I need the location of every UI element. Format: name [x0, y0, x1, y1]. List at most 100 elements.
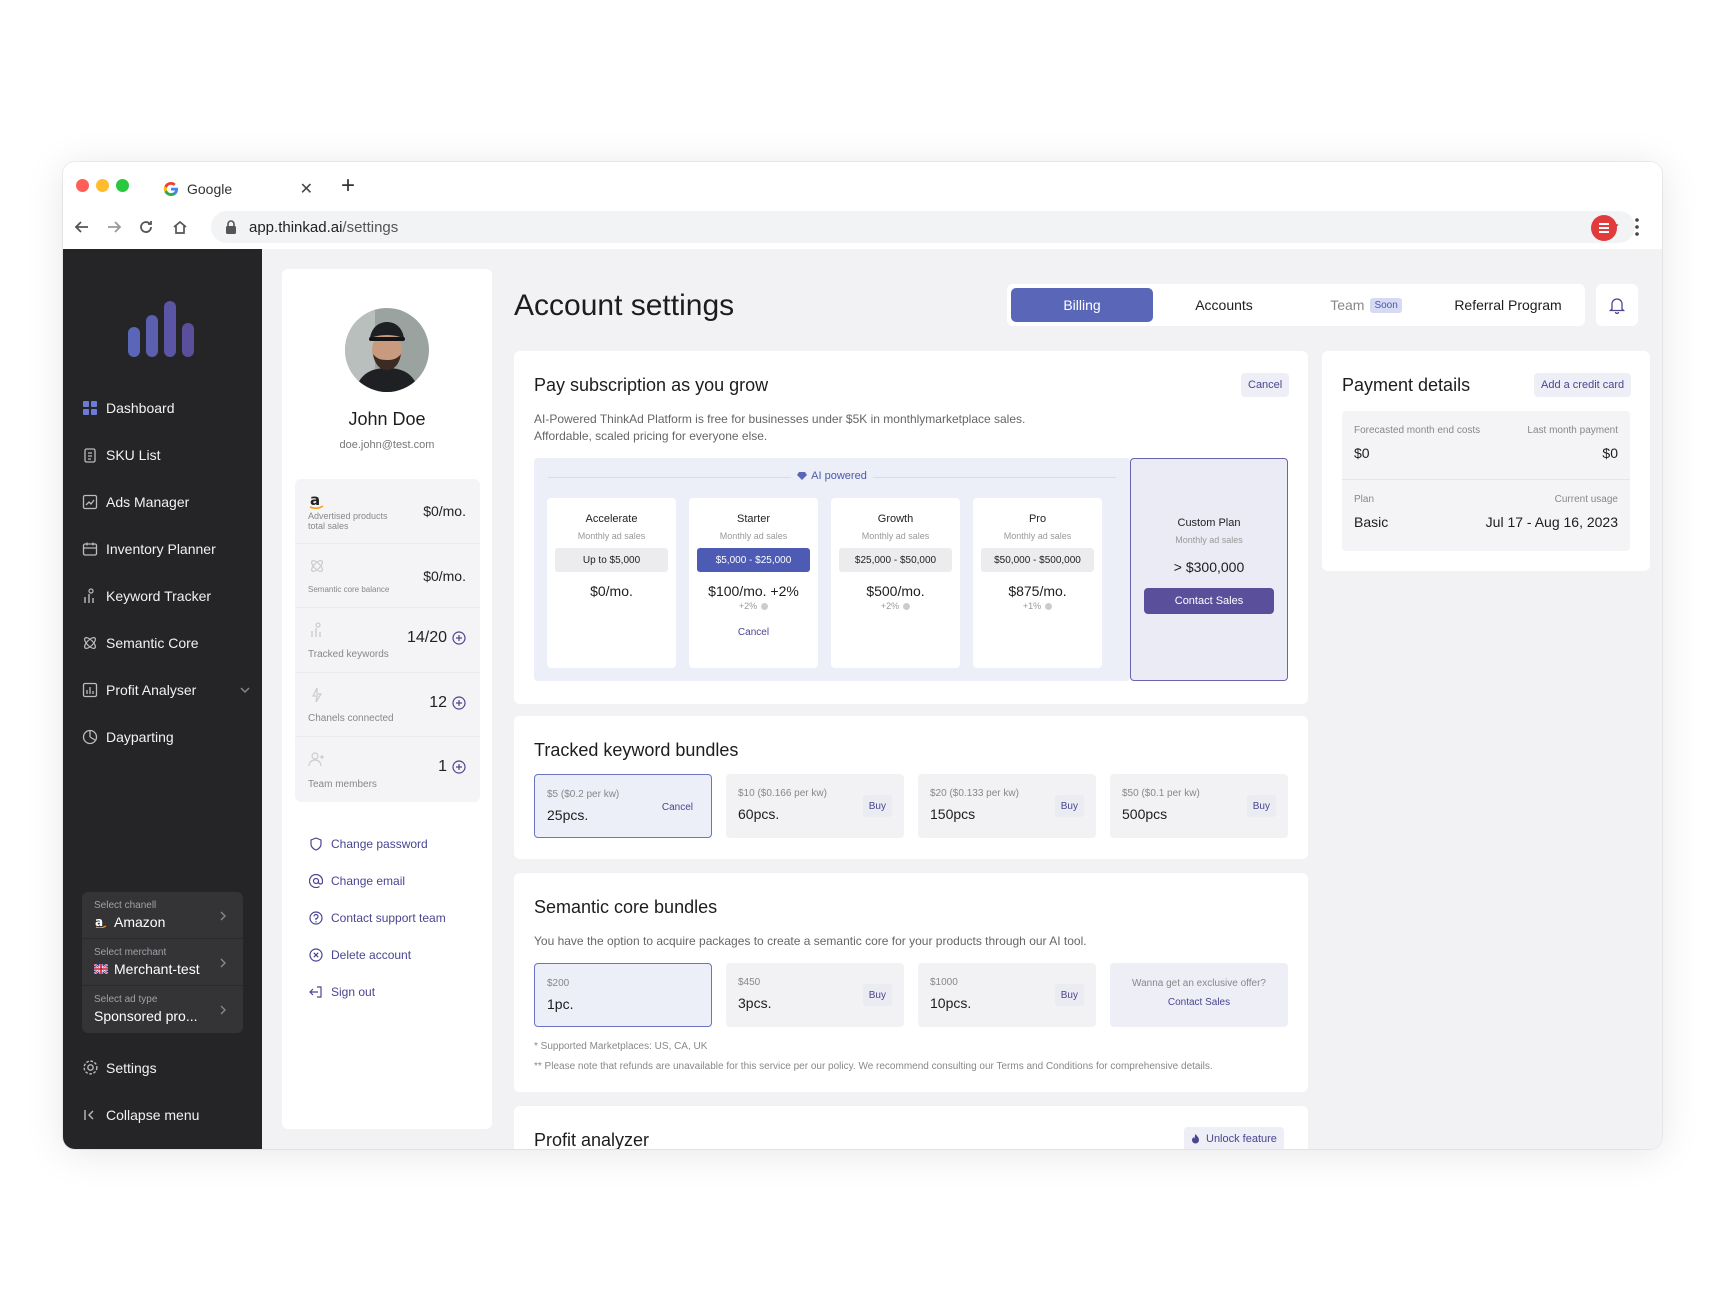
- sidebar-item-label: Profit Analyser: [106, 681, 197, 698]
- chevron-right-icon: [220, 958, 226, 968]
- plan-range: Up to $5,000: [555, 548, 668, 572]
- semantic-bundle-3[interactable]: $450 3pcs. Buy: [726, 963, 904, 1027]
- buy-button[interactable]: Buy: [862, 795, 892, 817]
- keyword-bundle-500[interactable]: $50 ($0.1 per kw) 500pcs Buy: [1110, 774, 1288, 838]
- contact-support-link[interactable]: Contact support team: [309, 899, 484, 936]
- browser-tab[interactable]: Google ✕: [153, 170, 323, 207]
- plan-sub: Monthly ad sales: [861, 531, 930, 541]
- plan-growth[interactable]: Growth Monthly ad sales $25,000 - $50,00…: [831, 498, 960, 668]
- cancel-plan-button[interactable]: Cancel: [689, 627, 818, 638]
- bundle-price: $20 ($0.133 per kw): [930, 788, 1019, 799]
- sign-out-icon: [309, 985, 322, 998]
- tab-referral-program[interactable]: Referral Program: [1437, 288, 1579, 322]
- plan-extra: +2%: [831, 601, 960, 611]
- plug-icon: [312, 687, 323, 702]
- chevron-down-icon[interactable]: [239, 684, 251, 696]
- sidebar-item-inventory-planner[interactable]: Inventory Planner: [81, 525, 251, 572]
- channel-selector[interactable]: Select chanell a Amazon: [82, 892, 243, 939]
- sidebar-item-dayparting[interactable]: Dayparting: [81, 713, 251, 760]
- back-arrow-icon[interactable]: [71, 216, 93, 238]
- plus-circle-icon[interactable]: [452, 760, 466, 774]
- bar-chart-icon: [81, 681, 99, 699]
- plans-container: AI powered Accelerate Monthly ad sales U…: [534, 458, 1130, 681]
- subscription-title: Pay subscription as you grow: [534, 375, 769, 395]
- keyword-icon: [311, 622, 321, 637]
- sidebar-item-profit-analyser[interactable]: Profit Analyser: [81, 666, 251, 713]
- exclusive-offer-box: Wanna get an exclusive offer? Contact Sa…: [1110, 963, 1288, 1027]
- plan-sub: Monthly ad sales: [1175, 535, 1243, 545]
- profile-panel: John Doe doe.john@test.com a Advertised …: [282, 269, 492, 1129]
- sidebar-item-keyword-tracker[interactable]: Keyword Tracker: [81, 572, 251, 619]
- keyword-bundle-150[interactable]: $20 ($0.133 per kw) 150pcs Buy: [918, 774, 1096, 838]
- merchant-selector[interactable]: Select merchant Merchant-test: [82, 939, 243, 986]
- plan-name: Custom Plan: [1177, 517, 1241, 529]
- plan-accelerate[interactable]: Accelerate Monthly ad sales Up to $5,000…: [547, 498, 676, 668]
- keyword-bundle-60[interactable]: $10 ($0.166 per kw) 60pcs. Buy: [726, 774, 904, 838]
- buy-button[interactable]: Buy: [1054, 795, 1084, 817]
- change-email-link[interactable]: Change email: [309, 862, 484, 899]
- plus-circle-icon[interactable]: [452, 695, 466, 710]
- app-logo[interactable]: [128, 301, 198, 357]
- plan-extra: +2%: [689, 601, 818, 611]
- home-icon[interactable]: [169, 216, 191, 238]
- reload-icon[interactable]: [135, 216, 157, 238]
- sidebar-item-dashboard[interactable]: Dashboard: [81, 384, 251, 431]
- payment-row-costs: Forecasted month end costs Last month pa…: [1342, 411, 1630, 480]
- plan-pro[interactable]: Pro Monthly ad sales $50,000 - $500,000 …: [973, 498, 1102, 668]
- contact-sales-button[interactable]: Contact Sales: [1144, 588, 1274, 614]
- sidebar-item-sku-list[interactable]: SKU List: [81, 431, 251, 478]
- uk-flag-icon: [94, 964, 108, 974]
- browser-profile-avatar[interactable]: [1591, 215, 1617, 241]
- settings-tabs: Billing Accounts Team Soon Referral Prog…: [1007, 284, 1585, 326]
- tab-billing[interactable]: Billing: [1011, 288, 1153, 322]
- question-circle-icon: [309, 910, 323, 925]
- browser-navbar: app.thinkad.ai/settings: [63, 207, 1662, 249]
- semantic-bundle-1[interactable]: $200 1pc.: [534, 963, 712, 1027]
- delete-account-link[interactable]: Delete account: [309, 936, 484, 973]
- plan-custom[interactable]: Custom Plan Monthly ad sales > $300,000 …: [1130, 458, 1288, 681]
- tab-team[interactable]: Team Soon: [1295, 288, 1437, 322]
- address-url: app.thinkad.ai/settings: [249, 218, 399, 236]
- ad-type-selector[interactable]: Select ad type Sponsored pro...: [82, 986, 243, 1033]
- semantic-bundle-10[interactable]: $1000 10pcs. Buy: [918, 963, 1096, 1027]
- forecast-value: $0: [1354, 445, 1370, 461]
- sign-out-link[interactable]: Sign out: [309, 973, 484, 1010]
- close-window-button[interactable]: [76, 179, 89, 192]
- sidebar-item-semantic-core[interactable]: Semantic Core: [81, 619, 251, 666]
- buy-button[interactable]: Buy: [862, 984, 892, 1006]
- add-credit-card-button[interactable]: Add a credit card: [1534, 373, 1632, 397]
- selector-value: Merchant-test: [94, 961, 231, 977]
- buy-button[interactable]: Buy: [1246, 795, 1276, 817]
- address-bar[interactable]: app.thinkad.ai/settings: [211, 211, 1635, 243]
- browser-menu-icon[interactable]: [1635, 217, 1639, 237]
- collapse-menu-button[interactable]: Collapse menu: [81, 1091, 251, 1138]
- plan-price: $100/mo. +2%: [708, 583, 799, 599]
- bundle-price: $5 ($0.2 per kw): [547, 789, 620, 800]
- keyword-bundle-25[interactable]: $5 ($0.2 per kw) 25pcs. Cancel: [534, 774, 712, 838]
- contact-sales-link[interactable]: Contact Sales: [1110, 997, 1288, 1008]
- tab-accounts[interactable]: Accounts: [1153, 288, 1295, 322]
- bundle-price: $450: [738, 977, 761, 988]
- change-password-link[interactable]: Change password: [309, 825, 484, 862]
- plus-circle-icon[interactable]: [452, 631, 466, 645]
- plan-starter[interactable]: Starter Monthly ad sales $5,000 - $25,00…: [689, 498, 818, 668]
- buy-button[interactable]: Buy: [1054, 984, 1084, 1006]
- new-tab-button[interactable]: +: [341, 174, 355, 198]
- sidebar-item-label: SKU List: [106, 446, 161, 463]
- maximize-window-button[interactable]: [116, 179, 129, 192]
- notifications-button[interactable]: [1596, 284, 1638, 326]
- plan-range: $5,000 - $25,000: [697, 548, 810, 572]
- bundle-amount: 500pcs: [1122, 806, 1168, 822]
- usage-label: Current usage: [1554, 494, 1618, 505]
- unlock-feature-button[interactable]: Unlock feature: [1184, 1127, 1284, 1149]
- close-tab-icon[interactable]: ✕: [300, 179, 313, 199]
- selector-label: Select merchant: [94, 947, 167, 958]
- minimize-window-button[interactable]: [96, 179, 109, 192]
- sidebar-item-settings[interactable]: Settings: [81, 1044, 251, 1091]
- plan-price: $500/mo.: [866, 583, 925, 599]
- cancel-subscription-button[interactable]: Cancel: [1241, 373, 1290, 397]
- browser-tabbar: Google ✕ +: [63, 162, 1662, 207]
- cancel-bundle-button[interactable]: Cancel: [656, 796, 699, 818]
- forward-arrow-icon[interactable]: [103, 216, 125, 238]
- sidebar-item-ads-manager[interactable]: Ads Manager: [81, 478, 251, 525]
